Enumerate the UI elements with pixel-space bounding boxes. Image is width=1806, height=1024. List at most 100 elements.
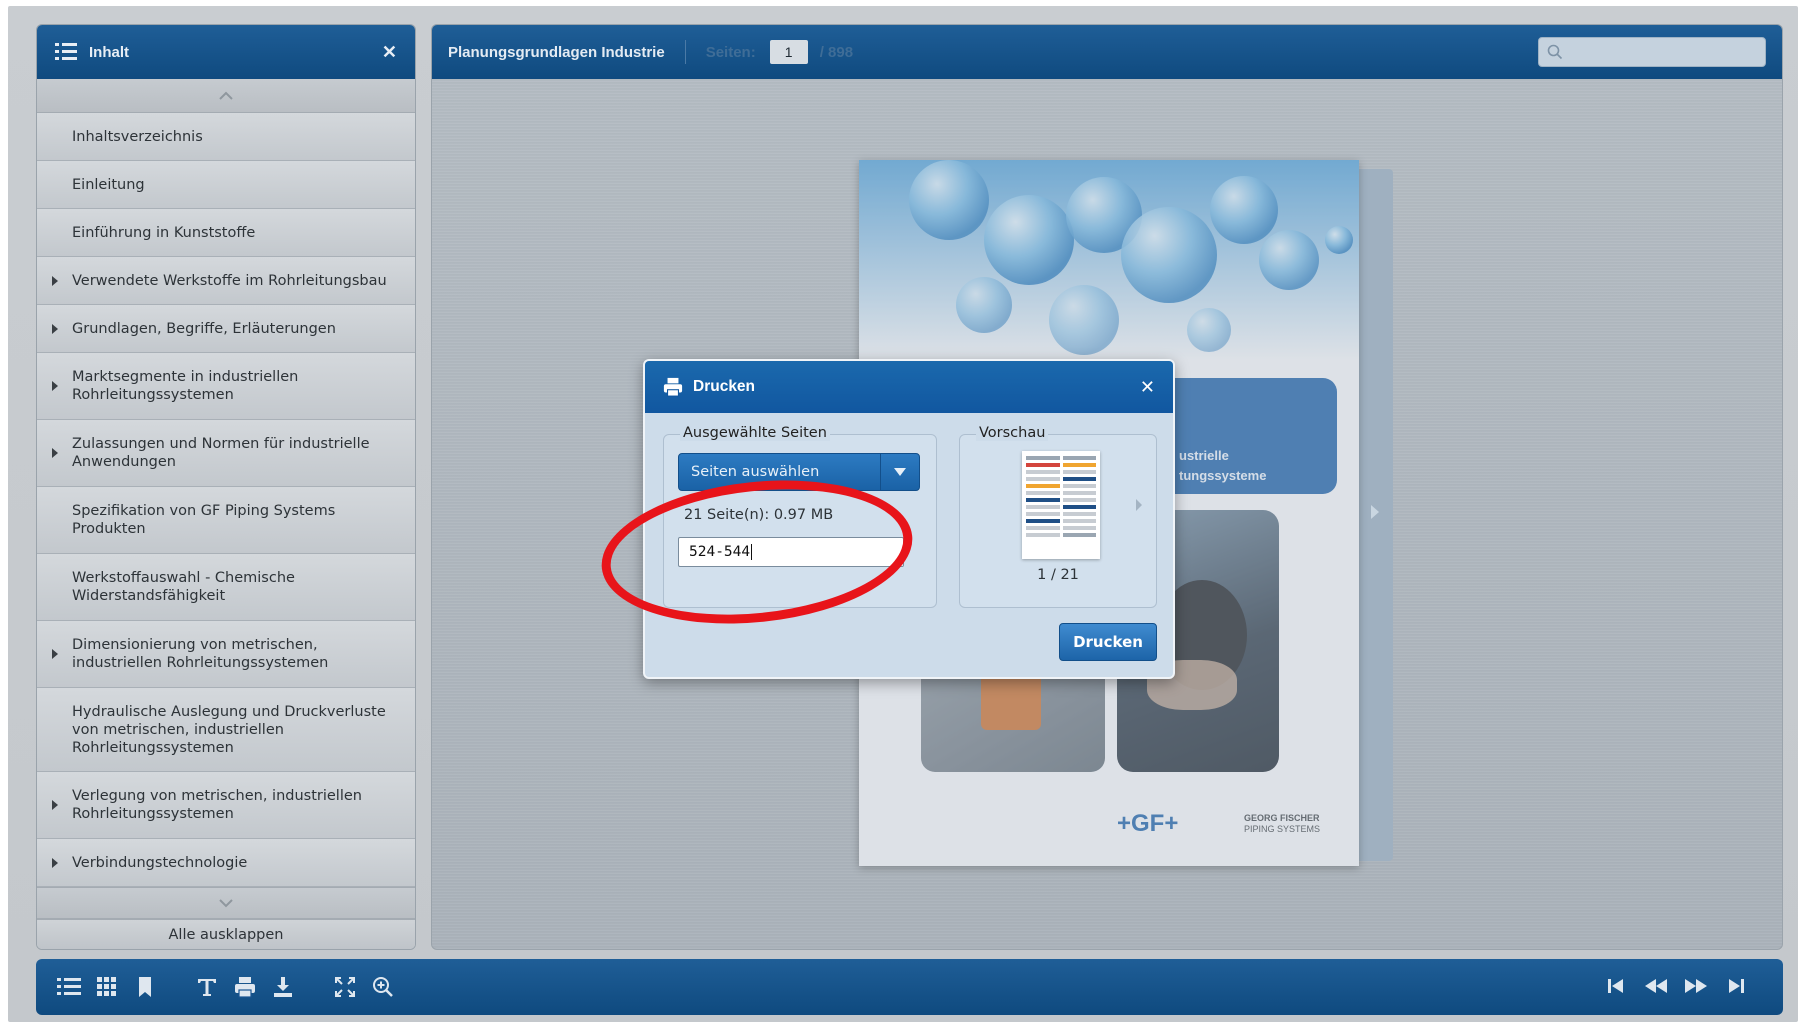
- last-page-button[interactable]: [1723, 973, 1749, 999]
- toc-item[interactable]: Verlegung von metrischen, industriellen …: [37, 772, 415, 839]
- toc-item-label: Zulassungen und Normen für industrielle …: [72, 436, 370, 470]
- page-total: / 898: [819, 43, 854, 61]
- text-icon: [198, 979, 216, 996]
- toc-item[interactable]: Verwendete Werkstoffe im Rohrleitungsbau: [37, 257, 415, 305]
- toc-item[interactable]: Verbindungstechnologie: [37, 839, 415, 887]
- sidebar-close-button[interactable]: ✕: [382, 42, 397, 63]
- download-button[interactable]: [270, 974, 296, 1000]
- caret-right-icon[interactable]: [52, 381, 58, 391]
- text-cursor: [751, 544, 753, 560]
- search-icon: [1547, 44, 1563, 60]
- list-icon: [55, 43, 77, 60]
- caret-right-icon[interactable]: [52, 800, 58, 810]
- preview-page-counter: 1 / 21: [1037, 567, 1079, 583]
- text-button[interactable]: [194, 974, 220, 1000]
- toc-item[interactable]: Werkstoffauswahl - Chemische Widerstands…: [37, 554, 415, 621]
- search-input[interactable]: [1538, 37, 1766, 67]
- toc-item[interactable]: Einführung in Kunststoffe: [37, 209, 415, 257]
- sidebar-header: Inhalt ✕: [37, 25, 415, 79]
- selected-pages-legend: Ausgewählte Seiten: [680, 425, 830, 441]
- toc-item-label: Dimensionierung von metrischen, industri…: [72, 637, 329, 671]
- zoom-in-button[interactable]: [370, 974, 396, 1000]
- download-icon: [274, 977, 292, 997]
- print-toolbar-button[interactable]: [232, 974, 258, 1000]
- caret-right-icon[interactable]: [52, 323, 58, 334]
- selected-pages-group: Ausgewählte Seiten Seiten auswählen 21 S…: [663, 425, 937, 608]
- first-page-icon: [1608, 979, 1623, 993]
- toc-scroll-down-button[interactable]: [37, 887, 415, 919]
- sidebar-footer: Alle ausklappen: [37, 887, 415, 949]
- fast-forward-icon: [1685, 979, 1707, 993]
- dialog-close-button[interactable]: ✕: [1140, 377, 1155, 398]
- toc-item-label: Grundlagen, Begriffe, Erläuterungen: [72, 320, 336, 337]
- print-button[interactable]: Drucken: [1059, 623, 1157, 661]
- chevron-down-icon: [219, 899, 233, 908]
- page-range-value: 524-544: [689, 544, 751, 560]
- page-number-input[interactable]: 1: [769, 40, 808, 64]
- fullscreen-icon: [335, 977, 355, 997]
- caret-right-icon[interactable]: [52, 857, 58, 868]
- previous-page-button[interactable]: [1643, 973, 1669, 999]
- list-icon: [57, 978, 81, 995]
- caret-right-icon[interactable]: [52, 649, 58, 659]
- bottom-toolbar: [36, 959, 1783, 1015]
- print-icon: [235, 977, 255, 998]
- select-arrow: [881, 468, 919, 476]
- toc-item[interactable]: Inhaltsverzeichnis: [37, 113, 415, 161]
- next-page-button[interactable]: [1683, 973, 1709, 999]
- toc-item[interactable]: Hydraulische Auslegung und Druckverluste…: [37, 688, 415, 772]
- bookmark-button[interactable]: [132, 974, 158, 1000]
- toc-item-label: Werkstoffauswahl - Chemische Widerstands…: [72, 570, 295, 604]
- toc-item[interactable]: Grundlagen, Begriffe, Erläuterungen: [37, 305, 415, 353]
- sidebar-title: Inhalt: [89, 43, 129, 61]
- toc-item[interactable]: Spezifikation von GF Piping Systems Prod…: [37, 487, 415, 554]
- preview-legend: Vorschau: [976, 425, 1049, 441]
- select-label: Seiten auswählen: [691, 464, 820, 480]
- print-icon: [663, 377, 683, 397]
- preview-group: Vorschau 1 / 21: [959, 425, 1157, 608]
- toc-item-label: Spezifikation von GF Piping Systems Prod…: [72, 503, 336, 537]
- first-page-button[interactable]: [1603, 973, 1629, 999]
- fullscreen-button[interactable]: [332, 974, 358, 1000]
- toc-toggle-button[interactable]: [56, 974, 82, 1000]
- dialog-title: Drucken: [693, 378, 756, 395]
- grid-icon: [97, 977, 116, 996]
- toc-item-label: Verbindungstechnologie: [72, 854, 248, 871]
- toc-item-label: Hydraulische Auslegung und Druckverluste…: [72, 703, 386, 756]
- toc-item-label: Verwendete Werkstoffe im Rohrleitungsbau: [72, 272, 387, 289]
- last-page-icon: [1729, 979, 1744, 993]
- viewer-header: Planungsgrundlagen Industrie Seiten: 1 /…: [432, 25, 1782, 79]
- chevron-down-icon: [894, 468, 906, 476]
- preview-thumbnail[interactable]: [1022, 451, 1100, 559]
- header-divider: [684, 40, 686, 64]
- chevron-up-icon: [219, 91, 233, 100]
- toc-item-label: Einführung in Kunststoffe: [72, 224, 256, 241]
- toc-item[interactable]: Dimensionierung von metrischen, industri…: [37, 621, 415, 688]
- selection-size-info: 21 Seite(n): 0.97 MB: [684, 507, 834, 523]
- pages-select-dropdown[interactable]: Seiten auswählen: [678, 453, 920, 491]
- dialog-header: Drucken ✕: [645, 361, 1173, 413]
- caret-right-icon[interactable]: [52, 275, 58, 286]
- toc-scroll-up-button[interactable]: [37, 79, 415, 113]
- toc-item-label: Marktsegmente in industriellen Rohrleitu…: [72, 369, 299, 403]
- zoom-in-icon: [373, 977, 393, 997]
- toc-list: Inhaltsverzeichnis Einleitung Einführung…: [37, 113, 415, 887]
- next-page-arrow-icon[interactable]: [1371, 505, 1379, 519]
- toc-item[interactable]: Zulassungen und Normen für industrielle …: [37, 420, 415, 487]
- toc-item-label: Verlegung von metrischen, industriellen …: [72, 788, 362, 822]
- expand-all-button[interactable]: Alle ausklappen: [37, 919, 415, 949]
- thumbnails-button[interactable]: [94, 974, 120, 1000]
- bookmark-icon: [139, 977, 151, 997]
- document-title: Planungsgrundlagen Industrie: [448, 43, 665, 61]
- rewind-icon: [1645, 979, 1667, 993]
- pages-label: Seiten:: [705, 43, 756, 61]
- toc-item-label: Inhaltsverzeichnis: [72, 128, 203, 145]
- page-range-input[interactable]: 524-544: [678, 537, 904, 567]
- print-dialog: Drucken ✕ Ausgewählte Seiten Seiten ausw…: [643, 359, 1175, 679]
- toc-item[interactable]: Marktsegmente in industriellen Rohrleitu…: [37, 353, 415, 420]
- toc-item-label: Einleitung: [72, 176, 145, 193]
- preview-next-arrow-icon[interactable]: [1136, 499, 1142, 511]
- caret-right-icon[interactable]: [52, 448, 58, 458]
- toc-sidebar: Inhalt ✕ Inhaltsverzeichnis Einleitung E…: [36, 24, 416, 950]
- toc-item[interactable]: Einleitung: [37, 161, 415, 209]
